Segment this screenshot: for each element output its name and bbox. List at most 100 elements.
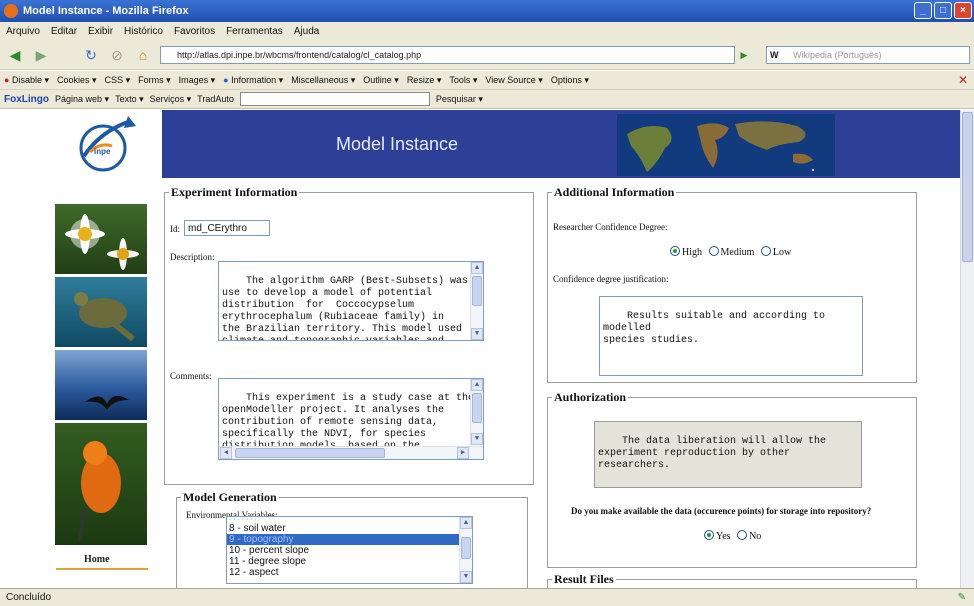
comments-scrollbar[interactable]: ▲ ▼	[470, 379, 483, 445]
go-icon[interactable]: ▶	[737, 45, 751, 65]
comments-label: Comments:	[170, 371, 212, 381]
status-bar: Concluído ✎	[0, 588, 974, 606]
world-map-image	[617, 114, 835, 176]
id-input[interactable]: md_CErythro	[184, 220, 270, 236]
radio-low-icon[interactable]	[760, 246, 771, 256]
description-textarea[interactable]: The algorithm GARP (Best-Subsets) was us…	[218, 261, 484, 341]
close-icon[interactable]: ×	[954, 2, 972, 19]
radio-medium-icon[interactable]	[708, 246, 719, 256]
daisy-photo	[55, 204, 147, 274]
authorization-textarea: The data liberation will allow the exper…	[594, 421, 862, 488]
list-option-selected[interactable]: 9 - topography	[227, 534, 472, 545]
minimize-icon[interactable]: _	[914, 2, 932, 19]
authorization-legend: Authorization	[554, 390, 626, 404]
description-label: Description:	[170, 252, 215, 262]
web-developer-toolbar: ● Disable ▾ Cookies ▾ CSS ▾ Forms ▾ Imag…	[0, 71, 974, 90]
justification-label: Confidence degree justification:	[553, 274, 669, 284]
dev-tools-button[interactable]: Tools ▾	[449, 75, 477, 86]
menu-item-exibir[interactable]: Exibir	[88, 26, 113, 37]
bird-photo	[55, 423, 147, 545]
radio-yes-icon[interactable]	[704, 530, 714, 540]
radio-no-icon[interactable]	[737, 530, 748, 540]
dev-miscellaneous-button[interactable]: Miscellaneous ▾	[291, 75, 355, 86]
foxlingo-servicos-button[interactable]: Serviços ▾	[150, 94, 192, 105]
status-text: Concluído	[6, 592, 52, 603]
foxlingo-input[interactable]	[239, 92, 430, 106]
foxlingo-texto-button[interactable]: Texto ▾	[115, 94, 144, 105]
confidence-degree-label: Researcher Confidence Degree:	[553, 222, 668, 232]
confidence-radio-group: High Medium Low	[670, 246, 791, 258]
dev-cookies-button[interactable]: Cookies ▾	[57, 75, 97, 86]
menu-item-favoritos[interactable]: Favoritos	[174, 26, 215, 37]
menu-bar: Arquivo Editar Exibir Histórico Favorito…	[0, 22, 974, 40]
radio-yes[interactable]: Yes	[704, 530, 731, 542]
home-icon[interactable]: ⌂	[132, 45, 154, 65]
radio-medium[interactable]: Medium	[708, 246, 754, 258]
stop-icon[interactable]: ⊘	[106, 45, 128, 65]
dev-resize-button[interactable]: Resize ▾	[407, 75, 442, 86]
dev-information-button[interactable]: ● Information ▾	[223, 75, 283, 86]
comments-hscrollbar[interactable]: ◀ ▶	[219, 446, 483, 459]
svg-text:inpe: inpe	[94, 147, 111, 156]
dev-options-button[interactable]: Options ▾	[551, 75, 589, 86]
whale-tail-photo	[55, 350, 147, 420]
list-option[interactable]: 8 - soil water	[227, 523, 472, 534]
window-controls: _ □ ×	[914, 2, 972, 19]
environmental-variables-listbox[interactable]: · · · · · · · 8 - soil water 9 - topogra…	[226, 516, 473, 584]
description-scrollbar[interactable]: ▲ ▼	[470, 262, 483, 340]
search-engine-icon[interactable]: W	[770, 47, 779, 63]
comments-text: This experiment is a study case at the o…	[222, 393, 475, 452]
page-content: inpe Model Instance Home Experiment Info…	[0, 110, 960, 596]
back-icon[interactable]: ◀	[4, 45, 26, 65]
window-title: Model Instance - Mozilla Firefox	[23, 5, 189, 17]
dev-forms-button[interactable]: Forms ▾	[138, 75, 171, 86]
menu-item-historico[interactable]: Histórico	[124, 26, 163, 37]
model-generation-legend: Model Generation	[183, 490, 277, 504]
inpe-logo: inpe	[79, 116, 136, 172]
id-label: Id:	[170, 224, 180, 234]
menu-item-ferramentas[interactable]: Ferramentas	[226, 26, 283, 37]
menu-item-editar[interactable]: Editar	[51, 26, 77, 37]
radio-no[interactable]: No	[737, 530, 761, 542]
home-link[interactable]: Home	[84, 554, 110, 565]
reload-icon[interactable]: ↻	[80, 45, 102, 65]
page-scrollbar[interactable]	[960, 110, 974, 588]
experiment-information-legend: Experiment Information	[171, 185, 298, 199]
list-option[interactable]: 10 - percent slope	[227, 545, 472, 556]
search-input[interactable]: W Wikipedia (Português)	[766, 46, 970, 64]
foxlingo-pagina-button[interactable]: Página web ▾	[55, 94, 109, 105]
listbox-scrollbar[interactable]: ▲ ▼	[459, 517, 472, 583]
page-banner: Model Instance	[162, 110, 960, 178]
search-placeholder: Wikipedia (Português)	[793, 50, 882, 60]
maximize-icon[interactable]: □	[934, 2, 952, 19]
foxlingo-search-button[interactable]: Pesquisar ▾	[436, 94, 483, 105]
dev-outline-button[interactable]: Outline ▾	[363, 75, 399, 86]
menu-item-arquivo[interactable]: Arquivo	[6, 26, 40, 37]
list-option[interactable]: 11 - degree slope	[227, 556, 472, 567]
dev-disable-button[interactable]: ● Disable ▾	[4, 75, 49, 86]
url-text: http://atlas.dpi.inpe.br/wbcms/frontend/…	[177, 50, 422, 60]
forward-icon[interactable]: ▶	[30, 45, 52, 65]
firefox-icon	[4, 4, 18, 18]
list-option[interactable]: 12 - aspect	[227, 567, 472, 578]
foxlingo-toolbar: FoxLingo Página web ▾ Texto ▾ Serviços ▾…	[0, 90, 974, 109]
radio-low[interactable]: Low	[760, 246, 791, 258]
justification-textarea[interactable]: Results suitable and according to modell…	[599, 296, 863, 376]
status-icon: ✎	[957, 592, 966, 603]
justification-text: Results suitable and according to modell…	[603, 311, 826, 346]
authorization-text: The data liberation will allow the exper…	[598, 436, 827, 471]
radio-high[interactable]: High	[670, 246, 702, 258]
foxlingo-tradauto-button[interactable]: TradAuto	[197, 94, 234, 104]
url-bar[interactable]: http://atlas.dpi.inpe.br/wbcms/frontend/…	[160, 46, 735, 64]
close-toolbar-icon[interactable]: ✕	[958, 73, 968, 87]
comments-textarea[interactable]: This experiment is a study case at the o…	[218, 378, 484, 460]
page-scrollbar-thumb[interactable]	[962, 112, 973, 262]
description-text: The algorithm GARP (Best-Subsets) was us…	[222, 276, 469, 340]
navigation-toolbar: ◀ ▶ ↻ ⊘ ⌂ http://atlas.dpi.inpe.br/wbcms…	[0, 40, 974, 70]
dev-images-button[interactable]: Images ▾	[179, 75, 216, 86]
dev-view-source-button[interactable]: View Source ▾	[485, 75, 542, 86]
menu-item-ajuda[interactable]: Ajuda	[294, 26, 320, 37]
foxlingo-logo: FoxLingo	[4, 93, 49, 105]
radio-high-icon[interactable]	[670, 246, 680, 256]
dev-css-button[interactable]: CSS ▾	[105, 75, 131, 86]
